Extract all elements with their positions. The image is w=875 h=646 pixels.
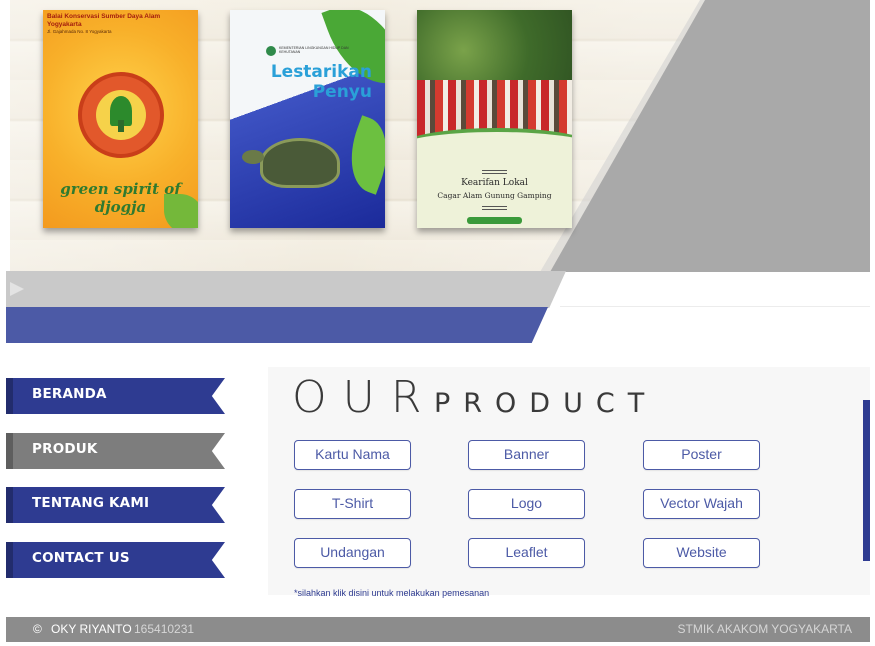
cover-lestarikan-penyu: KEMENTERIAN LINGKUNGAN HIDUP DAN KEHUTAN… — [230, 10, 385, 228]
copyright-icon: © — [33, 622, 42, 636]
decor-stripe-blue — [6, 307, 548, 343]
hero-gray-slant — [550, 0, 870, 272]
footer-student-id: 165410231 — [134, 622, 195, 636]
nav-label: TENTANG KAMI — [32, 495, 150, 511]
turtle-icon — [260, 138, 340, 188]
cover3-subtitle: Cagar Alam Gunung Gamping — [437, 191, 552, 200]
product-title-our: OUR — [292, 372, 438, 423]
hero-banner: Balai Konservasi Sumber Daya Alam Yogyak… — [10, 0, 870, 272]
nav-label: CONTACT US — [32, 550, 130, 566]
cover2-title: Lestarikan Penyu — [270, 62, 372, 102]
ornament-divider — [482, 170, 507, 174]
cover3-badge — [467, 217, 522, 224]
nav-item-beranda[interactable]: BERANDA — [6, 378, 225, 414]
ornament-divider — [482, 206, 507, 210]
nav-item-tentang-kami[interactable]: TENTANG KAMI — [6, 487, 225, 523]
product-button-website[interactable]: Website — [643, 538, 760, 568]
product-button-logo[interactable]: Logo — [468, 489, 585, 519]
nav-item-produk[interactable]: PRODUK — [6, 433, 225, 469]
cover1-address: Jl. Gajahmada No. 8 Yogyakarta — [47, 29, 112, 34]
product-button-leaflet[interactable]: Leaflet — [468, 538, 585, 568]
footer-institution: STMIK AKAKOM YOGYAKARTA — [677, 622, 853, 636]
cover-green-spirit: Balai Konservasi Sumber Daya Alam Yogyak… — [43, 10, 198, 228]
nav-label: PRODUK — [32, 441, 98, 457]
ministry-logo-icon — [266, 46, 276, 56]
panel-accent-bar — [863, 400, 870, 561]
cover3-title: Kearifan Lokal — [461, 178, 528, 188]
cover-kearifan-lokal: Kearifan Lokal Cagar Alam Gunung Gamping — [417, 10, 572, 228]
leaf-icon — [338, 115, 385, 195]
product-button-kartu-nama[interactable]: Kartu Nama — [294, 440, 411, 470]
play-triangle-icon — [10, 282, 24, 296]
nav-item-contact-us[interactable]: CONTACT US — [6, 542, 225, 578]
footer-author-name: OKY RIYANTO — [51, 622, 132, 636]
decor-stripe-gray — [6, 271, 566, 308]
footer: © OKY RIYANTO 165410231 STMIK AKAKOM YOG… — [6, 617, 870, 642]
emblem-icon — [78, 72, 164, 158]
nav-label: BERANDA — [32, 386, 107, 402]
cover1-title: Balai Konservasi Sumber Daya Alam Yogyak… — [47, 13, 161, 28]
product-button-vector-wajah[interactable]: Vector Wajah — [643, 489, 760, 519]
product-button-banner[interactable]: Banner — [468, 440, 585, 470]
product-button-undangan[interactable]: Undangan — [294, 538, 411, 568]
product-button-t-shirt[interactable]: T-Shirt — [294, 489, 411, 519]
leaf-icon — [164, 194, 198, 228]
product-button-poster[interactable]: Poster — [643, 440, 760, 470]
divider — [560, 306, 870, 307]
order-link[interactable]: *silahkan klik disini untuk melakukan pe… — [294, 588, 489, 598]
cover2-agency: KEMENTERIAN LINGKUNGAN HIDUP DAN KEHUTAN… — [279, 46, 349, 54]
product-title-product: PRODUCT — [434, 388, 658, 419]
